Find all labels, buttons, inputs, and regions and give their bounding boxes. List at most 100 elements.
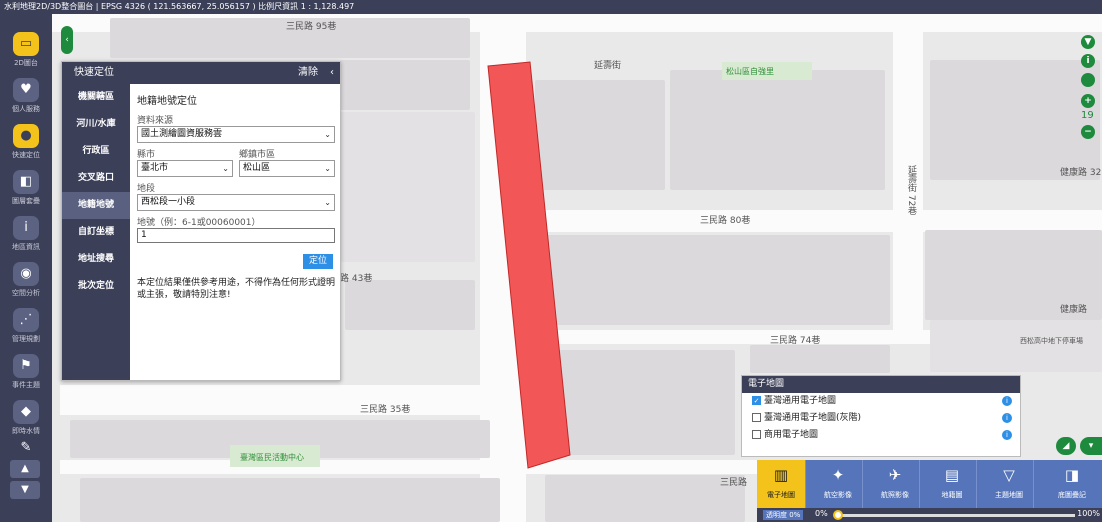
dots-icon: ⋰ bbox=[13, 308, 39, 332]
basemap-aerial[interactable]: ✈ 航照影像 bbox=[871, 460, 920, 508]
section-select[interactable]: 西松段一小段 ⌄ bbox=[137, 194, 335, 211]
tab-intersection[interactable]: 交叉路口 bbox=[62, 165, 130, 192]
zoom-level: 19 bbox=[1081, 110, 1094, 121]
opacity-max: 100% bbox=[1077, 509, 1100, 518]
basemap-label: 航空影像 bbox=[824, 491, 852, 499]
town-value: 松山區 bbox=[243, 163, 271, 173]
basemap-cadastral[interactable]: ▤ 地籍圖 bbox=[928, 460, 977, 508]
info-button[interactable]: i bbox=[1081, 54, 1095, 68]
rail-label: 空間分析 bbox=[12, 289, 40, 297]
basemap-label: 電子地圖 bbox=[767, 491, 795, 499]
water-drop-icon: ◆ bbox=[13, 400, 39, 424]
pen-icon: ✎ bbox=[20, 440, 32, 455]
location-pin-icon: ● bbox=[13, 124, 39, 148]
flag-icon: ⚑ bbox=[13, 354, 39, 378]
basemap-theme[interactable]: ▽ 主題地圖 bbox=[985, 460, 1034, 508]
basemap-label: 地籍圖 bbox=[941, 491, 963, 499]
airplane-icon: ✈ bbox=[888, 466, 902, 484]
info-icon[interactable]: i bbox=[1002, 413, 1012, 423]
county-select[interactable]: 臺北市 ⌄ bbox=[137, 160, 233, 177]
chevron-down-icon: ⌄ bbox=[324, 130, 331, 139]
layer-option[interactable]: 商用電子地圖 i bbox=[742, 427, 1020, 444]
satellite-icon: ✦ bbox=[831, 466, 845, 484]
layers-icon: ◧ bbox=[13, 170, 39, 194]
globe-icon: ◉ bbox=[13, 262, 39, 286]
locate-tabs: 機關轄區 河川/水庫 行政區 交叉路口 地籍地號 自訂坐標 地址搜尋 批次定位 bbox=[62, 84, 130, 380]
map-2d-icon: ▭ bbox=[13, 32, 39, 56]
rail-label: 2D圖台 bbox=[14, 59, 38, 67]
layer-toggle-button[interactable]: ◢ bbox=[1056, 437, 1076, 455]
panel-collapse-button[interactable]: ‹ bbox=[61, 26, 73, 54]
layer-label: 臺灣通用電子地圖(灰階) bbox=[764, 413, 862, 423]
checkbox-checked[interactable]: ✓ bbox=[752, 396, 761, 405]
chevron-down-icon: ⌄ bbox=[324, 164, 331, 173]
quick-locate-panel: 快速定位 清除 ‹ 機關轄區 河川/水庫 行政區 交叉路口 地籍地號 自訂坐標 … bbox=[61, 61, 341, 381]
county-town-row: 縣市 臺北市 ⌄ 鄉鎮市區 松山區 ⌄ bbox=[137, 143, 335, 177]
compass-icon[interactable]: ▼ bbox=[1081, 35, 1095, 49]
tab-custom-coordinates[interactable]: 自訂坐標 bbox=[62, 219, 130, 246]
parcel-number-input[interactable]: 1 bbox=[137, 228, 335, 243]
parcel-map-icon: ▤ bbox=[944, 466, 960, 484]
zoom-in-button[interactable]: + bbox=[1081, 94, 1095, 108]
heart-icon: ♥ bbox=[13, 78, 39, 102]
layer-note-icon: ◨ bbox=[1064, 466, 1080, 484]
rail-scroll: ▲ ▼ bbox=[10, 460, 40, 502]
chevron-down-icon: ⌄ bbox=[222, 164, 229, 173]
rail-item-quick-locate[interactable]: ● 快速定位 bbox=[0, 118, 52, 164]
info-icon: i bbox=[13, 216, 39, 240]
county-label: 縣市 bbox=[137, 150, 156, 160]
opacity-slider-track[interactable] bbox=[835, 514, 1075, 517]
location-button[interactable] bbox=[1081, 73, 1095, 87]
opacity-label: 透明度 0% bbox=[763, 510, 804, 520]
rail-label: 地區資訊 bbox=[12, 243, 40, 251]
source-value: 國土測繪圖資服務雲 bbox=[141, 129, 223, 139]
tab-address-search[interactable]: 地址搜尋 bbox=[62, 246, 130, 273]
rail-item-area-info[interactable]: i 地區資訊 bbox=[0, 210, 52, 256]
zoom-out-button[interactable]: − bbox=[1081, 125, 1095, 139]
rail-label: 管理規劃 bbox=[12, 335, 40, 343]
rail-item-events[interactable]: ⚑ 事件主題 bbox=[0, 348, 52, 394]
info-icon[interactable]: i bbox=[1002, 396, 1012, 406]
basemap-electronic[interactable]: ▥ 電子地圖 bbox=[757, 460, 806, 508]
scroll-up-button[interactable]: ▲ bbox=[10, 460, 40, 478]
rail-item-planning[interactable]: ⋰ 管理規劃 bbox=[0, 302, 52, 348]
checkbox[interactable] bbox=[752, 430, 761, 439]
tab-river-reservoir[interactable]: 河川/水庫 bbox=[62, 111, 130, 138]
info-icon[interactable]: i bbox=[1002, 430, 1012, 440]
town-select[interactable]: 松山區 ⌄ bbox=[239, 160, 335, 177]
scroll-down-button[interactable]: ▼ bbox=[10, 481, 40, 499]
rail-label: 事件主題 bbox=[12, 381, 40, 389]
rail-item-spatial[interactable]: ◉ 空間分析 bbox=[0, 256, 52, 302]
chevron-down-icon: ⌄ bbox=[324, 198, 331, 207]
basemap-satellite[interactable]: ✦ 航空影像 bbox=[814, 460, 863, 508]
tab-land-parcel[interactable]: 地籍地號 bbox=[62, 192, 130, 219]
layer-option[interactable]: 臺灣通用電子地圖(灰階) i bbox=[742, 410, 1020, 427]
parcel-number-label: 地號（例：6-1或00060001） bbox=[137, 218, 261, 228]
rail-item-personal[interactable]: ♥ 個人服務 bbox=[0, 72, 52, 118]
close-panel-button[interactable]: ‹ bbox=[330, 62, 334, 84]
tab-district[interactable]: 行政區 bbox=[62, 138, 130, 165]
base-layer-panel: 電子地圖 ✓ 臺灣通用電子地圖 i 臺灣通用電子地圖(灰階) i 商用電子地圖 i bbox=[741, 375, 1021, 457]
locate-button[interactable]: 定位 bbox=[303, 254, 333, 269]
map-book-icon: ▥ bbox=[773, 466, 789, 484]
checkbox[interactable] bbox=[752, 413, 761, 422]
source-select[interactable]: 國土測繪圖資服務雲 ⌄ bbox=[137, 126, 335, 143]
tab-jurisdiction[interactable]: 機關轄區 bbox=[62, 84, 130, 111]
parcel-locate-form: 地籍地號定位 資料來源 國土測繪圖資服務雲 ⌄ 縣市 臺北市 ⌄ 鄉鎮市區 松山區 ⌄… bbox=[137, 92, 335, 300]
opacity-control: 透明度 0% 0% 100% bbox=[757, 508, 1102, 522]
opacity-slider-handle[interactable] bbox=[833, 510, 843, 520]
basemap-selector: ▥ 電子地圖 ✦ 航空影像 ✈ 航照影像 ▤ 地籍圖 ▽ 主題地圖 ◨ 底圖疊記 bbox=[757, 460, 1102, 508]
rail-item-2d[interactable]: ▭ 2D圖台 bbox=[0, 26, 52, 72]
expand-basemap-button[interactable]: ▾ bbox=[1080, 437, 1102, 455]
town-label: 鄉鎮市區 bbox=[239, 150, 276, 160]
form-title: 地籍地號定位 bbox=[137, 96, 197, 107]
tab-batch-locate[interactable]: 批次定位 bbox=[62, 273, 130, 300]
layer-label: 商用電子地圖 bbox=[764, 430, 819, 440]
panel-header: 快速定位 清除 ‹ bbox=[62, 62, 340, 84]
clear-button[interactable]: 清除 bbox=[298, 62, 318, 84]
source-label: 資料來源 bbox=[137, 116, 174, 126]
basemap-overlay-note[interactable]: ◨ 底圖疊記 bbox=[1042, 460, 1102, 508]
rail-label: 圖層套疊 bbox=[12, 197, 40, 205]
layer-option[interactable]: ✓ 臺灣通用電子地圖 i bbox=[742, 393, 1020, 410]
rail-item-layers[interactable]: ◧ 圖層套疊 bbox=[0, 164, 52, 210]
